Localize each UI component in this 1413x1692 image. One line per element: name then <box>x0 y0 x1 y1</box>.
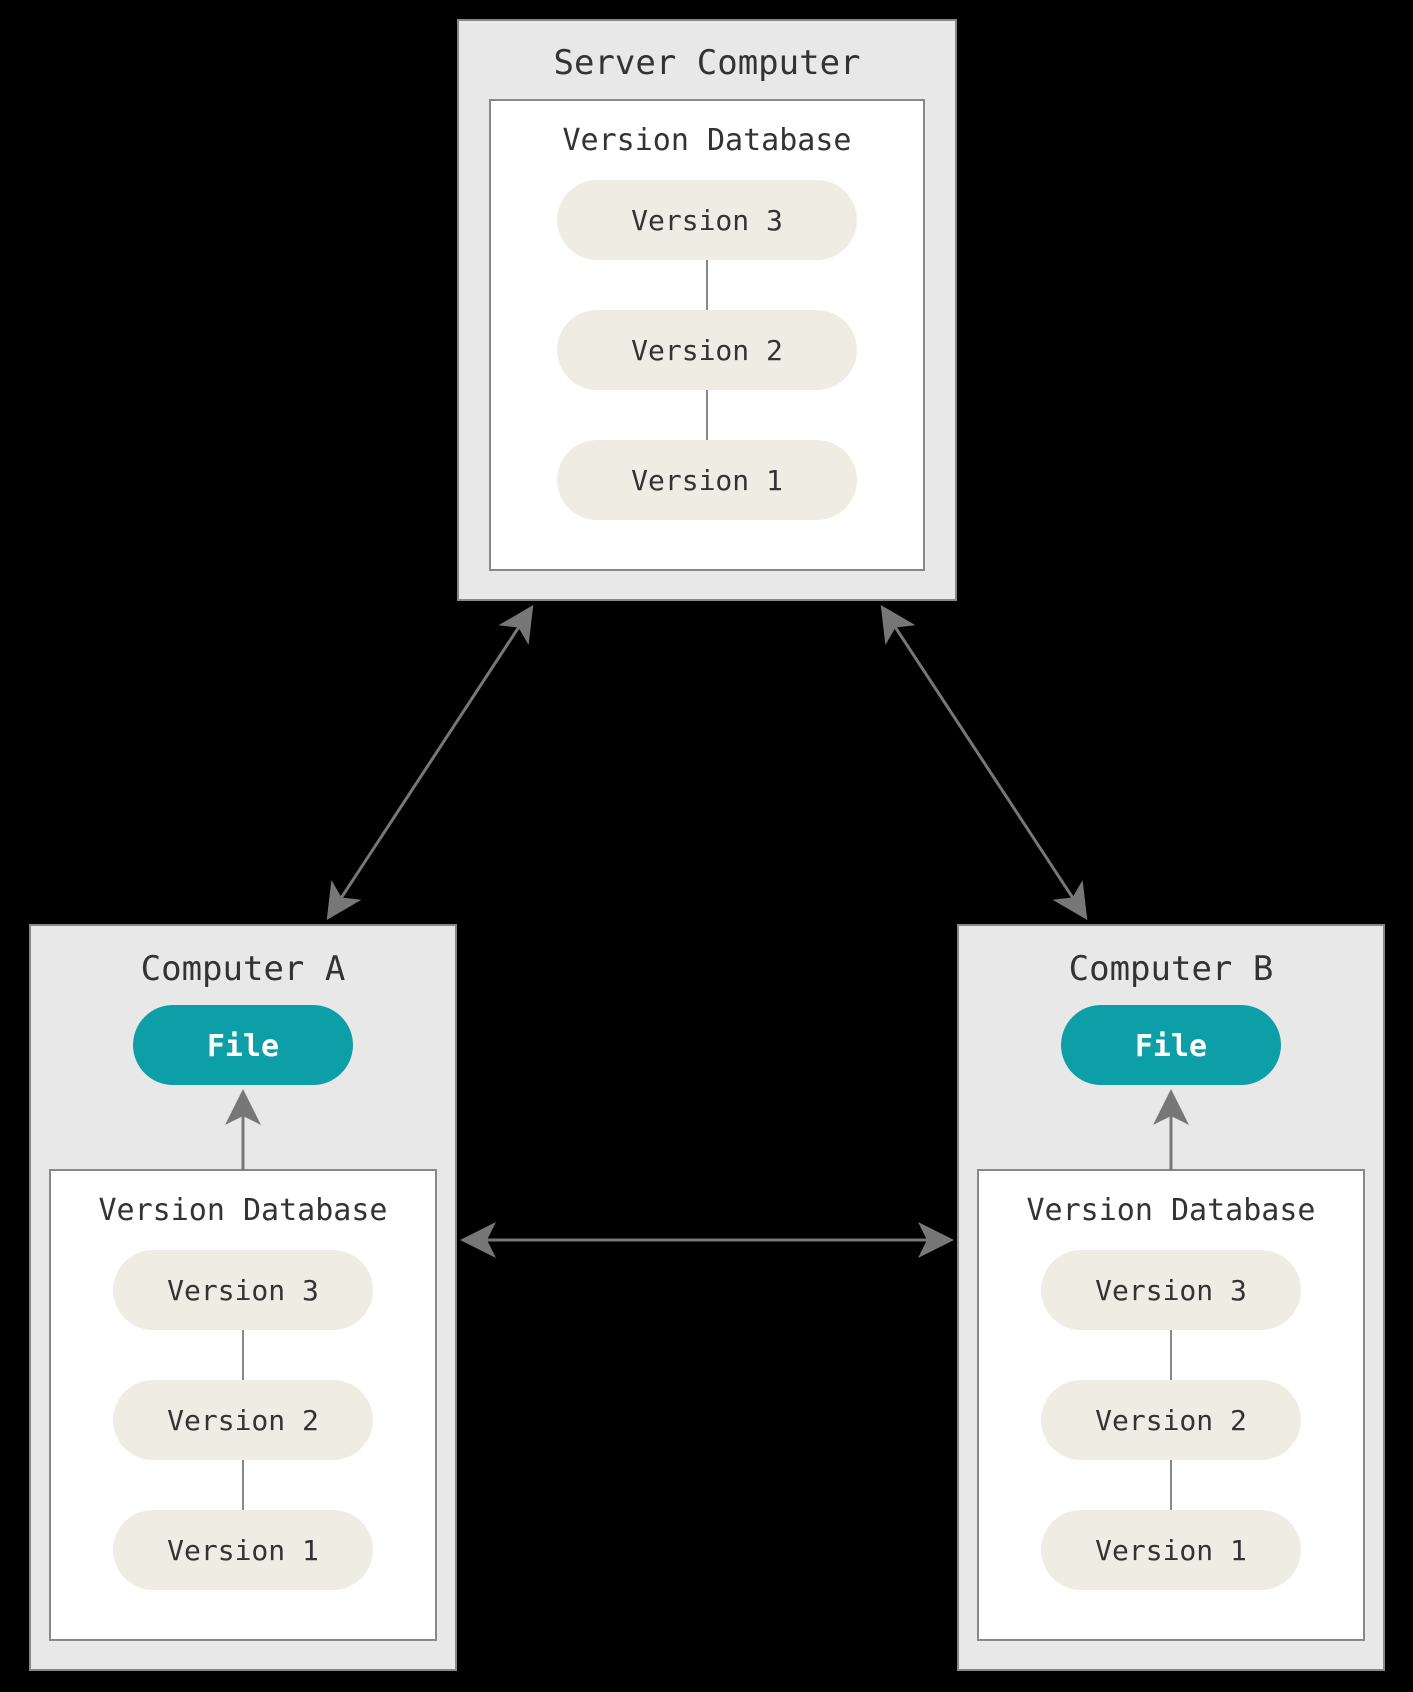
svg-text:Version 2: Version 2 <box>1095 1404 1247 1437</box>
client-b-box: Computer B File Version Database Version… <box>958 925 1384 1670</box>
svg-text:Version 3: Version 3 <box>167 1274 319 1307</box>
client-b-db-label: Version Database <box>1027 1193 1316 1228</box>
svg-text:File: File <box>207 1029 279 1064</box>
svg-text:Version 2: Version 2 <box>631 334 783 367</box>
svg-text:Version 2: Version 2 <box>167 1404 319 1437</box>
svg-text:Version 3: Version 3 <box>631 204 783 237</box>
client-a-version-database: Version Database Version 3 Version 2 Ver… <box>50 1170 436 1640</box>
client-b-version-2: Version 2 <box>1041 1380 1301 1460</box>
client-b-file: File <box>1061 1005 1281 1085</box>
svg-text:Version 1: Version 1 <box>1095 1534 1247 1567</box>
server-title: Server Computer <box>553 43 860 83</box>
client-a-file: File <box>133 1005 353 1085</box>
svg-text:Version 1: Version 1 <box>167 1534 319 1567</box>
client-b-title: Computer B <box>1069 949 1274 989</box>
client-b-version-1: Version 1 <box>1041 1510 1301 1590</box>
svg-text:File: File <box>1135 1029 1207 1064</box>
diagram-canvas: Server Computer Version Database Version… <box>0 0 1413 1692</box>
client-a-box: Computer A File Version Database Version… <box>30 925 456 1670</box>
server-version-database: Version Database Version 3 Version 2 Ver… <box>490 100 924 570</box>
arrow-server-to-client-b <box>884 610 1084 915</box>
client-a-title: Computer A <box>141 949 346 989</box>
arrow-server-to-client-a <box>330 610 530 915</box>
client-b-version-3: Version 3 <box>1041 1250 1301 1330</box>
server-box: Server Computer Version Database Version… <box>458 20 956 600</box>
server-version-3: Version 3 <box>557 180 857 260</box>
server-version-2: Version 2 <box>557 310 857 390</box>
client-a-version-1: Version 1 <box>113 1510 373 1590</box>
client-a-version-2: Version 2 <box>113 1380 373 1460</box>
svg-text:Version 3: Version 3 <box>1095 1274 1247 1307</box>
client-b-version-database: Version Database Version 3 Version 2 Ver… <box>978 1170 1364 1640</box>
svg-text:Version 1: Version 1 <box>631 464 783 497</box>
client-a-db-label: Version Database <box>99 1193 388 1228</box>
server-version-1: Version 1 <box>557 440 857 520</box>
client-a-version-3: Version 3 <box>113 1250 373 1330</box>
server-db-label: Version Database <box>563 123 852 158</box>
